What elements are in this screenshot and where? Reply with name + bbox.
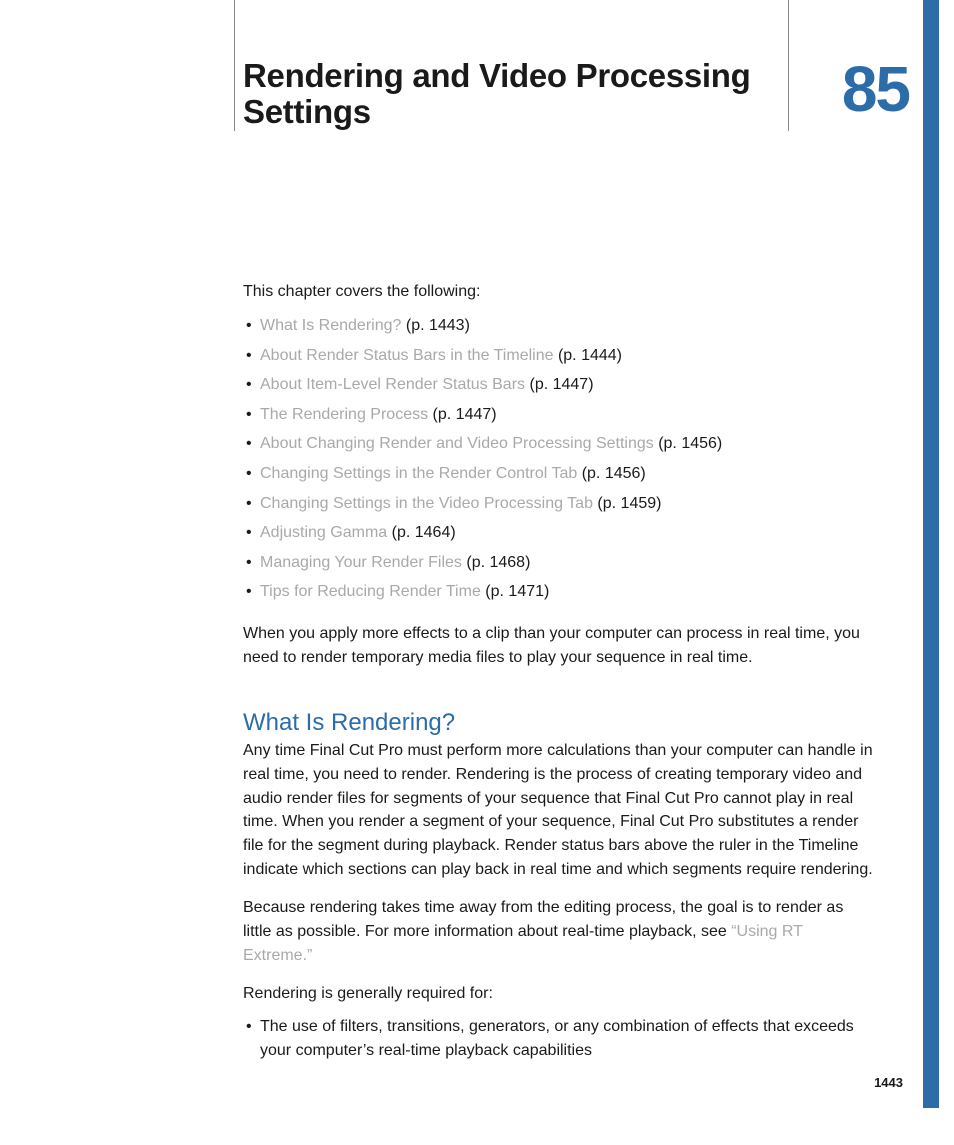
toc-pageref: (p. 1468) — [466, 554, 530, 571]
toc-link[interactable]: Changing Settings in the Video Processin… — [260, 495, 593, 512]
side-accent-bar — [923, 0, 939, 1108]
body-paragraph: Any time Final Cut Pro must perform more… — [243, 739, 875, 881]
list-item: The use of filters, transitions, generat… — [246, 1015, 875, 1062]
intro-text: This chapter covers the following: — [243, 283, 875, 301]
content-area: This chapter covers the following: What … — [243, 283, 875, 1062]
chapter-title: Rendering and Video Processing Settings — [243, 58, 788, 131]
toc-link[interactable]: Tips for Reducing Render Time — [260, 583, 481, 600]
toc-pageref: (p. 1456) — [658, 435, 722, 452]
header-divider-right — [788, 0, 789, 131]
toc-link[interactable]: About Render Status Bars in the Timeline — [260, 347, 554, 364]
page-number: 1443 — [874, 1075, 903, 1090]
toc-item: The Rendering Process (p. 1447) — [246, 400, 875, 430]
toc-item: About Render Status Bars in the Timeline… — [246, 341, 875, 371]
toc-pageref: (p. 1447) — [433, 406, 497, 423]
chapter-number: 85 — [842, 52, 909, 126]
toc-link[interactable]: About Changing Render and Video Processi… — [260, 435, 654, 452]
toc-item: Adjusting Gamma (p. 1464) — [246, 518, 875, 548]
toc-pageref: (p. 1471) — [485, 583, 549, 600]
toc-link[interactable]: Managing Your Render Files — [260, 554, 462, 571]
toc-link[interactable]: The Rendering Process — [260, 406, 428, 423]
toc-item: What Is Rendering? (p. 1443) — [246, 311, 875, 341]
toc-item: About Changing Render and Video Processi… — [246, 429, 875, 459]
toc-item: Managing Your Render Files (p. 1468) — [246, 548, 875, 578]
toc-pageref: (p. 1447) — [529, 376, 593, 393]
toc-pageref: (p. 1444) — [558, 347, 622, 364]
body-paragraph: Because rendering takes time away from t… — [243, 896, 875, 967]
toc-item: About Item-Level Render Status Bars (p. … — [246, 370, 875, 400]
toc-item: Changing Settings in the Render Control … — [246, 459, 875, 489]
toc-link[interactable]: Adjusting Gamma — [260, 524, 387, 541]
toc-pageref: (p. 1456) — [582, 465, 646, 482]
chapter-title-block: Rendering and Video Processing Settings — [243, 58, 788, 131]
toc-item: Changing Settings in the Video Processin… — [246, 489, 875, 519]
header-divider-left — [234, 0, 235, 131]
body-paragraph: Rendering is generally required for: — [243, 982, 875, 1006]
section-heading: What Is Rendering? — [243, 709, 875, 737]
toc-link[interactable]: About Item-Level Render Status Bars — [260, 376, 525, 393]
lead-paragraph: When you apply more effects to a clip th… — [243, 622, 875, 669]
toc-list: What Is Rendering? (p. 1443) About Rende… — [243, 311, 875, 607]
toc-link[interactable]: Changing Settings in the Render Control … — [260, 465, 577, 482]
toc-item: Tips for Reducing Render Time (p. 1471) — [246, 577, 875, 607]
toc-pageref: (p. 1464) — [392, 524, 456, 541]
toc-pageref: (p. 1443) — [406, 317, 470, 334]
requirement-list: The use of filters, transitions, generat… — [243, 1015, 875, 1062]
toc-pageref: (p. 1459) — [597, 495, 661, 512]
toc-link[interactable]: What Is Rendering? — [260, 317, 401, 334]
